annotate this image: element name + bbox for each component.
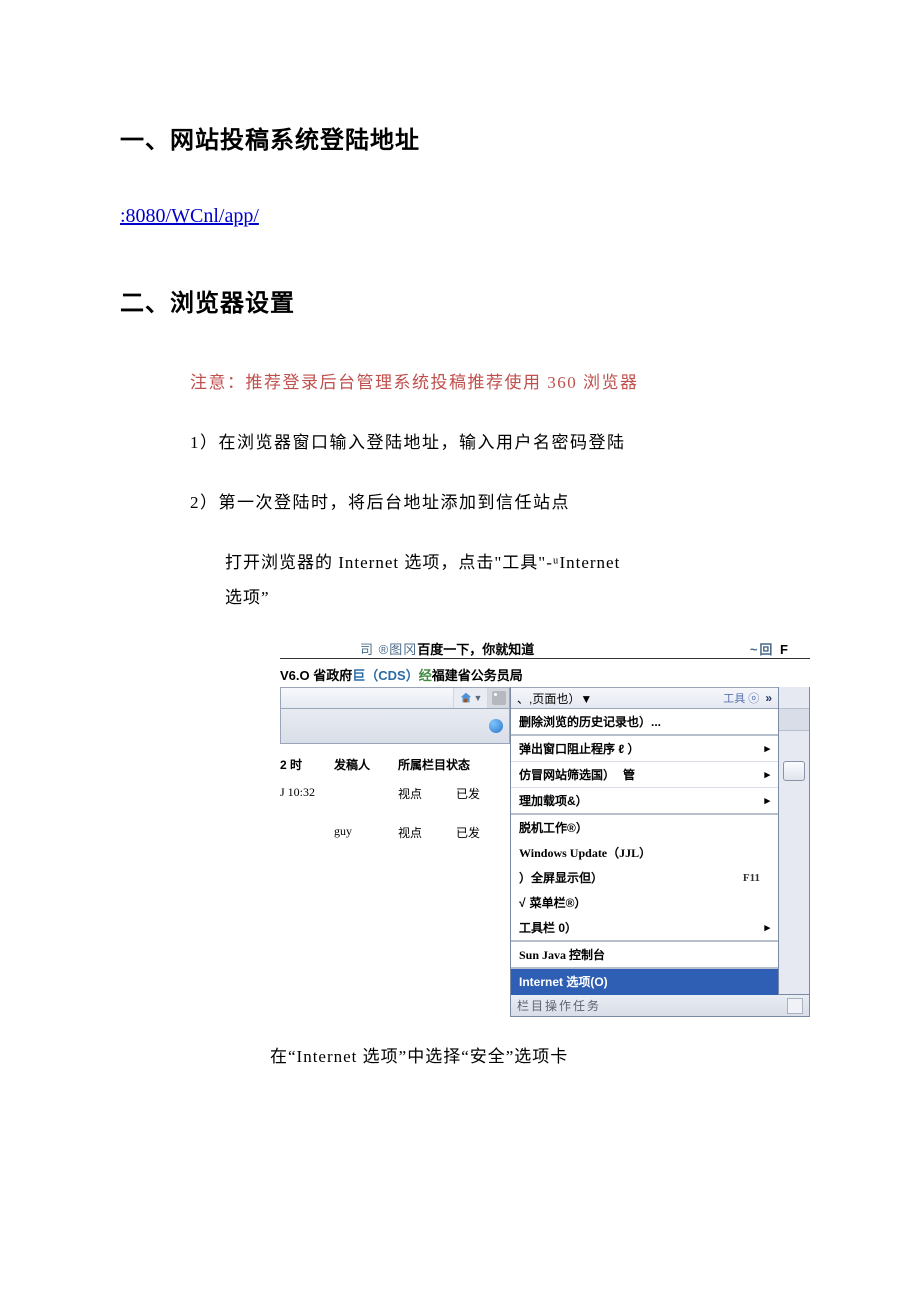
step-2-text: 2）第一次登陆时，将后台地址添加到信任站点: [190, 488, 800, 513]
menu-item-menubar[interactable]: √ 菜单栏®）: [511, 890, 778, 915]
submenu-arrow-icon: ▸: [764, 768, 770, 781]
titlebar-prefix: 司 ®图冈: [360, 639, 417, 658]
menu-item-phishing-filter[interactable]: 仿冒网站筛选国） 管 ▸: [511, 762, 778, 788]
after-figure-text: 在“Internet 选项”中选择“安全”选项卡: [270, 1042, 800, 1067]
th-author: 发稿人: [334, 756, 384, 773]
menu-item-fullscreen[interactable]: ）全屏显示但） F11: [511, 865, 778, 890]
check-icon: √: [519, 896, 526, 910]
rss-button[interactable]: [487, 688, 509, 708]
titlebar-title: 百度一下，你就知道: [417, 639, 534, 658]
titlebar-underline: [280, 658, 810, 659]
section-1-heading: 一、网站投稿系统登陆地址: [120, 120, 800, 155]
home-icon: [459, 691, 473, 705]
rail-chip-icon[interactable]: [783, 761, 805, 781]
toolbar-spacer: [281, 688, 453, 708]
table-row: J 10:32 视点 已发: [280, 781, 510, 806]
status-strip-label: 栏目操作任务: [517, 997, 601, 1014]
status-strip: 栏目操作任务: [510, 995, 810, 1017]
bookmarks-bar: V6.O 省政府巨（CDS）经福建省公务员局: [280, 665, 810, 684]
rail-block: [779, 709, 809, 731]
rail-block: [779, 687, 809, 709]
table-row: guy 视点 已发: [280, 820, 510, 845]
section-2-heading: 二、浏览器设置: [120, 283, 800, 318]
menu-item-windows-update[interactable]: Windows Update（JJL）: [511, 840, 778, 865]
menu-item-internet-options[interactable]: Internet 选项(O): [511, 969, 778, 995]
shortcut-label: F11: [743, 872, 760, 884]
menu-item-toolbars[interactable]: 工具栏 0） ▸: [511, 915, 778, 942]
table-header-row: 2 时 发稿人 所属栏目状态: [280, 744, 510, 781]
page-menu-label[interactable]: 、,页面也）▼: [517, 690, 592, 707]
chevron-down-icon: ▼: [474, 693, 483, 703]
orb-icon: [489, 719, 503, 733]
th-time: 2 时: [280, 756, 320, 773]
menu-top-strip: 、,页面也）▼ 工具 ⓞ »: [511, 687, 778, 709]
home-button[interactable]: ▼: [453, 688, 487, 708]
step-3-line2: 选项”: [225, 583, 800, 608]
browser-screenshot-figure: 司 ®图冈 百度一下，你就知道 ~回 F V6.O 省政府巨（CDS）经福建省公…: [280, 638, 810, 1017]
tools-badge[interactable]: 工具 ⓞ: [723, 690, 759, 706]
menu-item-offline[interactable]: 脱机工作®）: [511, 815, 778, 840]
menu-item-manage-addons[interactable]: 理加载项&） ▸: [511, 788, 778, 815]
resize-handle-icon[interactable]: [787, 998, 803, 1014]
submenu-arrow-icon: ▸: [764, 742, 770, 755]
tools-dropdown-menu: 、,页面也）▼ 工具 ⓞ » 删除浏览的历史记录也）... 弹出窗口阻止程序 ℓ…: [510, 687, 778, 995]
document-page: 一、网站投稿系统登陆地址 :8080/WCnl/app/ 二、浏览器设置 注意：…: [0, 0, 920, 1301]
bookmark-jing[interactable]: 经: [419, 668, 432, 683]
login-url-link[interactable]: :8080/WCnl/app/: [120, 205, 800, 228]
toolbar-row: ▼: [280, 687, 510, 709]
submenu-arrow-icon: ▸: [764, 921, 770, 934]
rss-icon: [492, 691, 506, 705]
bookmark-text: V6.O 省政府: [280, 668, 352, 683]
titlebar-right: ~回 F: [750, 639, 790, 658]
submenu-arrow-icon: ▸: [764, 794, 770, 807]
double-chevron-icon[interactable]: »: [765, 691, 772, 705]
th-status: 所属栏目状态: [398, 756, 510, 773]
notice-text: 注意：推荐登录后台管理系统投稿推荐使用 360 浏览器: [190, 368, 800, 393]
menu-item-popup-blocker[interactable]: 弹出窗口阻止程序 ℓ ） ▸: [511, 736, 778, 762]
grey-content-bar: [280, 709, 510, 744]
window-titlebar: 司 ®图冈 百度一下，你就知道 ~回 F: [280, 638, 810, 658]
step-3-line1: 打开浏览器的 Internet 选项，点击"工具"-ᵘInternet: [225, 548, 800, 573]
window-right-rail: [778, 687, 810, 995]
bookmark-text-2: 福建省公务员局: [432, 668, 523, 683]
bookmark-cds[interactable]: 巨（CDS）: [352, 668, 418, 683]
step-1-text: 1）在浏览器窗口输入登陆地址，输入用户名密码登陆: [190, 428, 800, 453]
menu-item-delete-history[interactable]: 删除浏览的历史记录也）...: [511, 709, 778, 736]
menu-item-sun-java[interactable]: Sun Java 控制台: [511, 942, 778, 969]
